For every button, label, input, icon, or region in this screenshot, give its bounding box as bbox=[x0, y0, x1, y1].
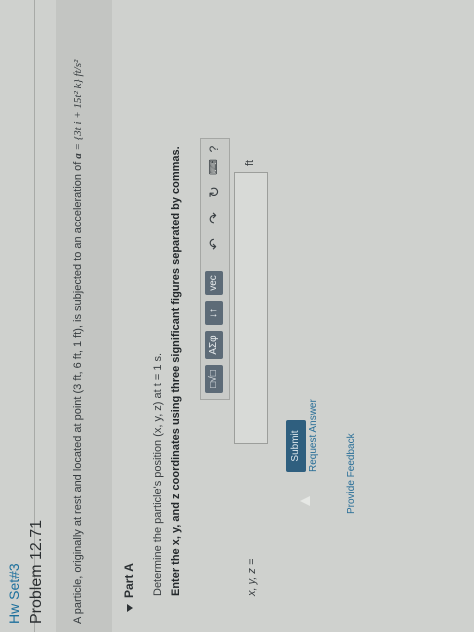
instruction-text: Enter the x, y, and z coordinates using … bbox=[170, 146, 182, 596]
problem-title: Problem 12.71 bbox=[28, 519, 45, 624]
acceleration-equation: = {3t i + 15t² k} ft/s² bbox=[72, 59, 84, 154]
page: Hw Set#3 Problem 12.71 A particle, origi… bbox=[0, 0, 474, 632]
redo-icon[interactable]: ↷ bbox=[205, 209, 223, 227]
question-text: Determine the particle's position (x, y,… bbox=[152, 352, 164, 596]
answer-unit: ft bbox=[244, 159, 256, 166]
acceleration-symbol: a bbox=[72, 153, 84, 159]
part-a-label: Part A bbox=[122, 563, 136, 598]
greek-symbols-button[interactable]: ΑΣφ bbox=[205, 331, 223, 359]
reset-icon[interactable]: ↻ bbox=[205, 183, 223, 201]
answer-input[interactable] bbox=[234, 172, 268, 444]
mouse-cursor-icon bbox=[300, 496, 310, 506]
vector-button[interactable]: vec bbox=[205, 271, 223, 295]
statement-text: A particle, originally at rest and locat… bbox=[72, 60, 84, 624]
request-answer-link[interactable]: Request Answer bbox=[308, 399, 319, 472]
problem-statement: A particle, originally at rest and locat… bbox=[56, 0, 112, 632]
keyboard-icon[interactable]: ⌨ bbox=[205, 159, 223, 175]
templates-button[interactable]: □√□ bbox=[205, 365, 223, 393]
collapse-triangle-icon bbox=[126, 604, 133, 612]
statement-body: A particle, originally at rest and locat… bbox=[72, 158, 84, 624]
subscript-superscript-button[interactable]: ↓↑ bbox=[205, 301, 223, 325]
answer-label: x, y, z = bbox=[246, 558, 258, 596]
math-toolbar: □√□ ΑΣφ ↓↑ vec ↶ ↷ ↻ ⌨ ? bbox=[200, 138, 230, 400]
submit-button[interactable]: Submit bbox=[286, 420, 306, 472]
provide-feedback-link[interactable]: Provide Feedback bbox=[346, 433, 357, 514]
help-icon[interactable]: ? bbox=[205, 143, 223, 155]
undo-icon[interactable]: ↶ bbox=[205, 235, 223, 253]
assignment-link[interactable]: Hw Set#3 bbox=[6, 563, 22, 624]
part-a-toggle[interactable]: Part A bbox=[122, 563, 136, 612]
